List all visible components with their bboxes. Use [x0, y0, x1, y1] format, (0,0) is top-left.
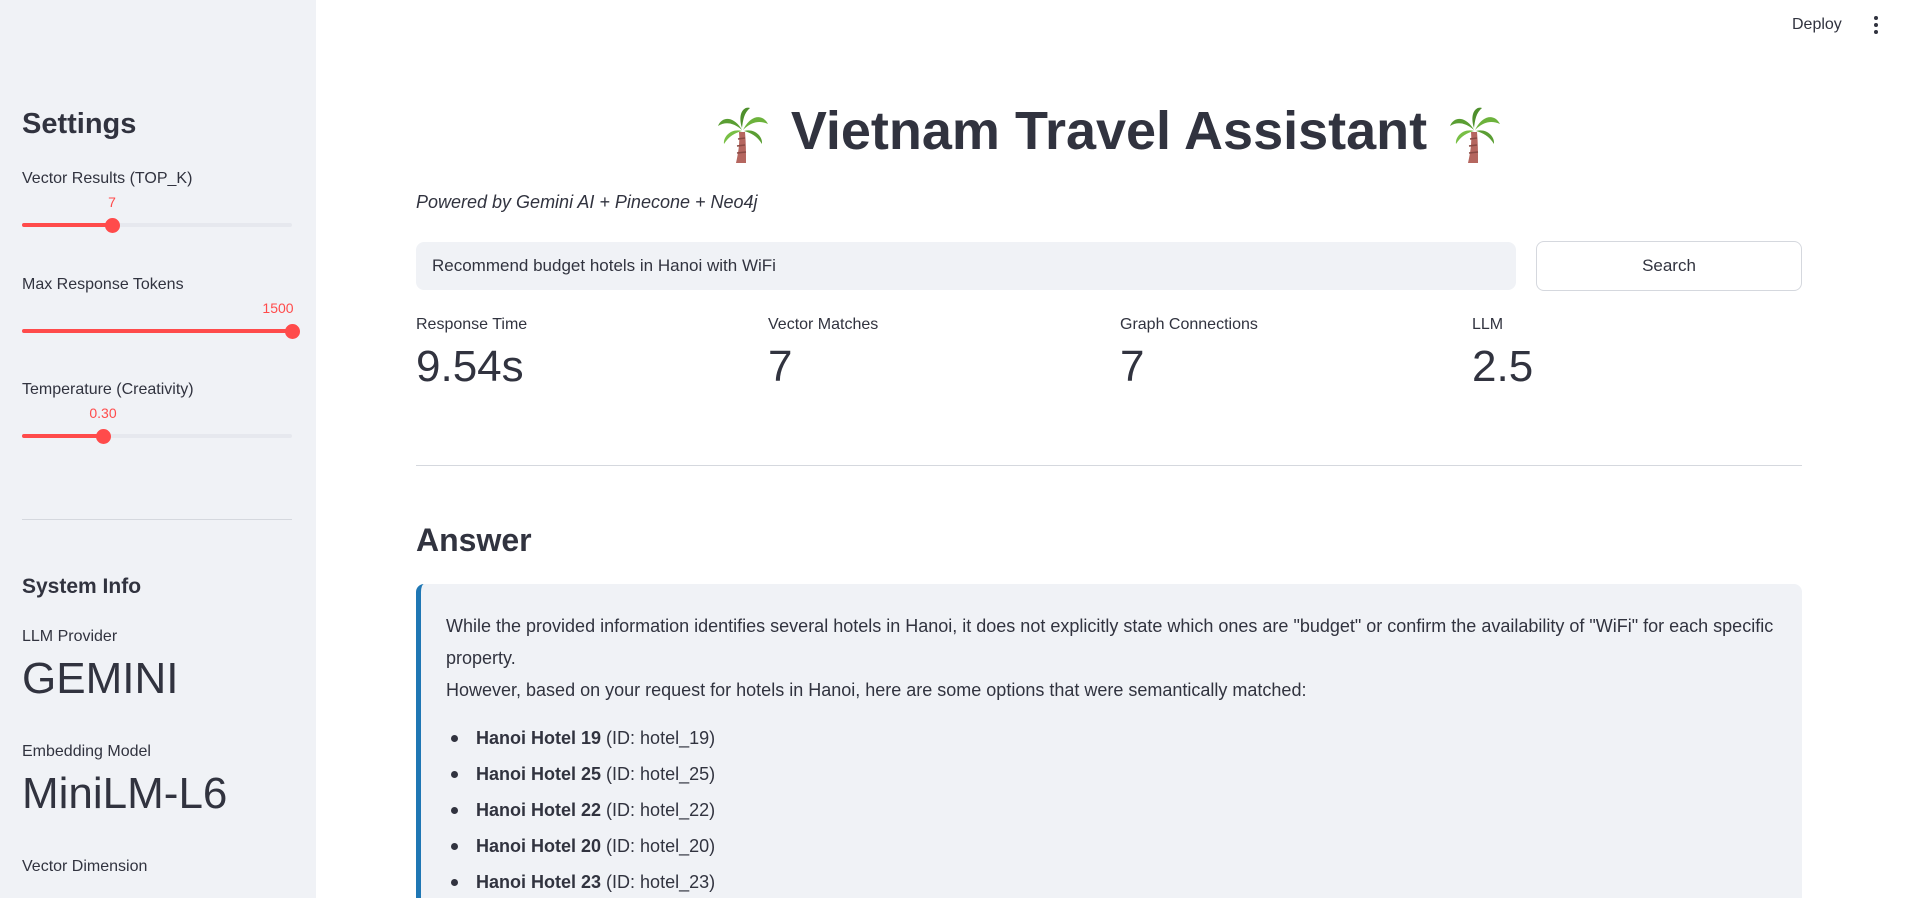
- sidebar-title: Settings: [22, 108, 137, 140]
- list-item: Hanoi Hotel 20 (ID: hotel_20): [446, 828, 1776, 864]
- metric-graph-connections: Graph Connections 7: [1120, 316, 1258, 392]
- metric-label: Vector Matches: [768, 316, 879, 333]
- deploy-button[interactable]: Deploy: [1792, 16, 1842, 34]
- slider-label: Vector Results (TOP_K): [22, 170, 193, 187]
- palm-tree-icon: [1450, 107, 1501, 163]
- metric-value: 7: [1120, 342, 1145, 391]
- subtitle: Powered by Gemini AI + Pinecone + Neo4j: [416, 192, 758, 212]
- list-item: Hanoi Hotel 23 (ID: hotel_23): [446, 864, 1776, 898]
- answer-paragraph: While the provided information identifie…: [446, 616, 1774, 668]
- answer-heading: Answer: [416, 522, 532, 558]
- palm-tree-icon: [717, 107, 768, 163]
- answer-paragraph: However, based on your request for hotel…: [446, 680, 1307, 700]
- hotel-name: Hanoi Hotel 20: [476, 836, 602, 856]
- metric-label: Graph Connections: [1120, 316, 1258, 333]
- list-item: Hanoi Hotel 19 (ID: hotel_19): [446, 720, 1776, 756]
- metric-response-time: Response Time 9.54s: [416, 316, 527, 392]
- sidebar: Settings Vector Results (TOP_K) 7 Max Re…: [0, 0, 316, 898]
- metric-label: LLM: [1472, 316, 1504, 333]
- search-input[interactable]: [416, 242, 1516, 290]
- hotel-id: (ID: hotel_22): [606, 800, 716, 820]
- kebab-menu-icon[interactable]: [1872, 14, 1880, 36]
- slider-fill: [22, 329, 292, 333]
- llm-provider-value: GEMINI: [22, 654, 179, 703]
- slider-track[interactable]: [22, 428, 292, 444]
- metric-label: Response Time: [416, 316, 528, 333]
- slider-temperature[interactable]: Temperature (Creativity) 0.30: [22, 381, 292, 444]
- hotel-name: Hanoi Hotel 23: [476, 872, 602, 892]
- slider-top-k[interactable]: Vector Results (TOP_K) 7: [22, 170, 292, 233]
- slider-thumb[interactable]: [284, 323, 300, 339]
- slider-track[interactable]: [22, 217, 292, 233]
- slider-track[interactable]: [22, 323, 300, 339]
- hotel-name: Hanoi Hotel 22: [476, 800, 602, 820]
- list-item: Hanoi Hotel 25 (ID: hotel_25): [446, 756, 1776, 792]
- hotel-id: (ID: hotel_25): [606, 764, 716, 784]
- page-title: Vietnam Travel Assistant: [416, 100, 1802, 164]
- slider-value: 7: [108, 194, 116, 210]
- slider-max-tokens[interactable]: Max Response Tokens 1500: [22, 276, 300, 339]
- hotel-id: (ID: hotel_19): [606, 728, 716, 748]
- hotel-id: (ID: hotel_20): [606, 836, 716, 856]
- hotel-id: (ID: hotel_23): [606, 872, 716, 892]
- sidebar-divider: [22, 519, 292, 520]
- metric-value: 2.5: [1472, 342, 1534, 391]
- search-button[interactable]: Search: [1536, 241, 1802, 291]
- llm-provider-label: LLM Provider: [22, 628, 118, 645]
- answer-box: While the provided information identifie…: [416, 584, 1802, 898]
- hotel-name: Hanoi Hotel 25: [476, 764, 602, 784]
- system-info-title: System Info: [22, 575, 142, 598]
- metric-llm: LLM 2.5: [1472, 316, 1533, 392]
- metric-value: 7: [768, 342, 793, 391]
- slider-thumb[interactable]: [104, 217, 120, 233]
- slider-fill: [22, 434, 103, 438]
- vector-dimension-label: Vector Dimension: [22, 858, 148, 875]
- slider-thumb[interactable]: [95, 428, 111, 444]
- hotel-name: Hanoi Hotel 19: [476, 728, 602, 748]
- title-text: Vietnam Travel Assistant: [790, 101, 1428, 161]
- section-divider: [416, 465, 1802, 466]
- metric-value: 9.54s: [416, 342, 524, 391]
- slider-label: Max Response Tokens: [22, 276, 184, 293]
- embedding-model-label: Embedding Model: [22, 743, 151, 760]
- embedding-model-value: MiniLM-L6: [22, 769, 228, 818]
- metric-vector-matches: Vector Matches 7: [768, 316, 878, 392]
- slider-value: 1500: [262, 300, 294, 316]
- slider-fill: [22, 223, 112, 227]
- hotel-list: Hanoi Hotel 19 (ID: hotel_19) Hanoi Hote…: [446, 720, 1776, 898]
- slider-value: 0.30: [89, 405, 117, 421]
- list-item: Hanoi Hotel 22 (ID: hotel_22): [446, 792, 1776, 828]
- slider-label: Temperature (Creativity): [22, 381, 194, 398]
